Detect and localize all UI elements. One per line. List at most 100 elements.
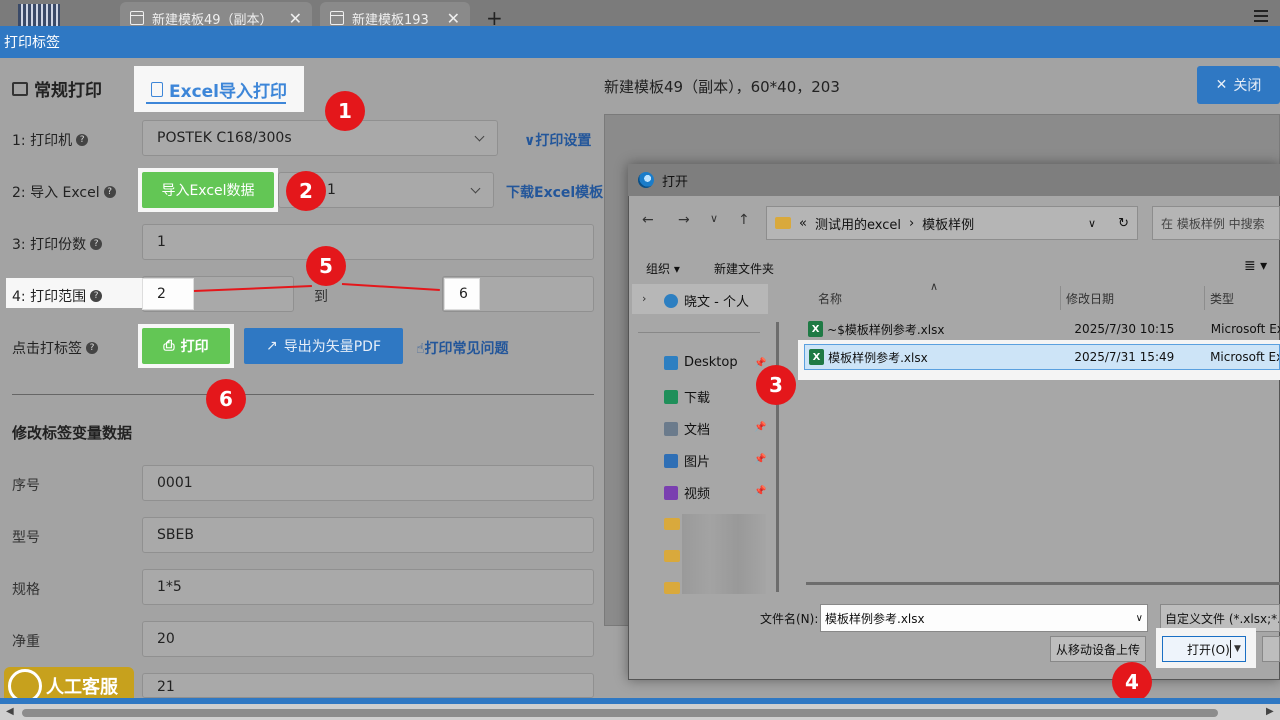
column-type[interactable]: 类型 <box>1210 290 1234 307</box>
column-date[interactable]: 修改日期 <box>1066 290 1114 307</box>
caret-down-icon: ▾ <box>673 262 680 276</box>
print-button[interactable]: ⎙ 打印 <box>142 328 230 364</box>
file-row-selected[interactable]: X 模板样例参考.xlsx 2025/7/31 15:49 Microsoft … <box>804 344 1280 370</box>
document-icon <box>664 421 678 436</box>
step-marker-3: 3 <box>756 365 796 405</box>
range-from-input[interactable]: 2 <box>142 278 194 310</box>
preview-title: 新建模板49（副本），60*40，203 <box>604 78 840 96</box>
nav-scrollbar[interactable] <box>776 322 779 592</box>
import-excel-button[interactable]: 导入Excel数据 <box>142 172 274 208</box>
chevron-right-icon: › <box>642 292 647 305</box>
range-to-label: 到 <box>314 289 328 305</box>
filename-input[interactable]: 模板样例参考.xlsx ∨ <box>820 604 1148 632</box>
printer-select[interactable]: POSTEK C168/300s <box>142 120 498 156</box>
video-icon <box>664 485 678 500</box>
nav-item-documents[interactable]: 文档 <box>664 419 710 438</box>
var-input[interactable]: 20 <box>142 621 594 657</box>
var-input[interactable]: 1*5 <box>142 569 594 605</box>
file-row[interactable]: X ~$模板样例参考.xlsx 2025/7/30 10:15 Microsof… <box>804 316 1280 342</box>
refresh-icon[interactable]: ↻ <box>1118 216 1129 231</box>
app-logo <box>18 4 60 28</box>
nav-item-videos[interactable]: 视频 <box>664 483 710 502</box>
export-icon: ↗ <box>265 338 278 354</box>
close-icon[interactable]: ✕ <box>289 9 302 28</box>
close-icon[interactable]: ✕ <box>447 9 460 28</box>
export-pdf-button[interactable]: ↗ 导出为矢量PDF <box>244 328 403 364</box>
range-to-input[interactable]: 6 <box>444 278 480 310</box>
new-folder-button[interactable]: 新建文件夹 <box>714 260 774 277</box>
help-icon[interactable]: ? <box>86 342 98 354</box>
var-label: 型号 <box>12 530 40 546</box>
forward-arrow-icon[interactable]: → <box>678 212 690 228</box>
step-marker-1: 1 <box>325 91 365 131</box>
cancel-button[interactable] <box>1262 636 1280 662</box>
chevron-down-icon[interactable]: ∨ <box>1088 217 1096 230</box>
divider <box>12 394 594 395</box>
var-label: 序号 <box>12 478 40 494</box>
var-input[interactable]: SBEB <box>142 517 594 553</box>
up-arrow-icon[interactable]: ↑ <box>738 212 750 228</box>
hand-icon: ☝ <box>416 341 425 357</box>
variables-title: 修改标签变量数据 <box>12 424 133 442</box>
pin-icon: 📌 <box>754 422 767 433</box>
active-tab-underline <box>146 102 286 104</box>
nav-item-pictures[interactable]: 图片 <box>664 451 710 470</box>
help-icon[interactable]: ? <box>103 186 116 198</box>
chevron-right-icon: › <box>908 215 915 231</box>
open-file-dialog <box>628 164 1280 680</box>
window-title: 打印标签 <box>0 26 1280 58</box>
sort-up-icon: ∧ <box>930 280 939 293</box>
desktop-icon <box>664 355 678 370</box>
help-icon[interactable]: ? <box>90 290 103 302</box>
blurred-folder-names <box>682 514 766 594</box>
breadcrumb-item[interactable]: 模板样例 <box>922 214 974 233</box>
scroll-left-icon[interactable]: ◀ <box>6 706 14 717</box>
scroll-right-icon[interactable]: ▶ <box>1266 706 1274 717</box>
copies-input[interactable]: 1 <box>142 224 594 260</box>
tab-normal-print[interactable]: 常规打印 <box>12 76 102 101</box>
column-name[interactable]: 名称 <box>818 290 842 307</box>
printer-icon: ⎙ <box>163 338 175 354</box>
excel-file-icon: X <box>809 349 825 365</box>
var-label: 规格 <box>12 582 40 598</box>
menu-icon[interactable] <box>1254 10 1268 22</box>
var-label: 净重 <box>12 634 40 650</box>
print-settings-link[interactable]: ∨打印设置 <box>524 130 591 150</box>
search-input[interactable]: 在 模板样例 中搜索 <box>1152 206 1280 240</box>
var-input[interactable]: 21 <box>142 673 594 698</box>
step-marker-5: 5 <box>306 246 346 286</box>
dialog-title-bar: 打开 <box>628 164 1280 196</box>
step-marker-2: 2 <box>286 171 326 211</box>
download-icon <box>664 389 678 404</box>
scrollbar-thumb[interactable] <box>22 709 1218 717</box>
pin-icon: 📌 <box>754 454 767 465</box>
chevron-down-icon <box>470 183 481 193</box>
organize-menu[interactable]: 组织 ▾ <box>646 260 680 277</box>
download-template-link[interactable]: 下载Excel模板 <box>506 182 603 202</box>
var-input[interactable]: 0001 <box>142 465 594 501</box>
print-range-label: 4: 打印范围 ? <box>12 286 103 306</box>
back-arrow-icon[interactable]: ← <box>642 212 654 228</box>
chevron-down-icon[interactable]: ∨ <box>710 212 718 225</box>
upload-mobile-button[interactable]: 从移动设备上传 <box>1050 636 1146 662</box>
caret-down-icon[interactable]: ▼ <box>1230 640 1244 658</box>
print-faq-link[interactable]: ☝打印常见问题 <box>416 338 509 358</box>
address-bar[interactable]: « 测试用的excel › 模板样例 ∨ ↻ <box>766 206 1138 240</box>
file-list-scrollbar[interactable] <box>806 582 1280 585</box>
click-print-label: 点击打标签 ? <box>12 338 98 358</box>
printer-icon <box>12 81 28 96</box>
help-icon[interactable]: ? <box>76 134 89 146</box>
nav-item-downloads[interactable]: 下载 <box>664 387 710 406</box>
nav-item-desktop[interactable]: Desktop <box>664 355 738 370</box>
nav-divider <box>638 332 760 333</box>
import-excel-label: 2: 导入 Excel ? <box>12 182 116 202</box>
view-icon[interactable]: ≣ ▾ <box>1244 258 1267 274</box>
filename-label: 文件名(N): <box>760 612 819 626</box>
document-icon <box>130 11 144 25</box>
excel-file-icon: X <box>808 321 824 337</box>
breadcrumb-item[interactable]: 测试用的excel <box>815 214 901 233</box>
close-button[interactable]: ✕ 关闭 <box>1197 66 1280 104</box>
tab-excel-import-print[interactable]: Excel导入打印 <box>134 66 304 112</box>
help-icon[interactable]: ? <box>90 238 103 250</box>
copies-label: 3: 打印份数 ? <box>12 234 103 254</box>
